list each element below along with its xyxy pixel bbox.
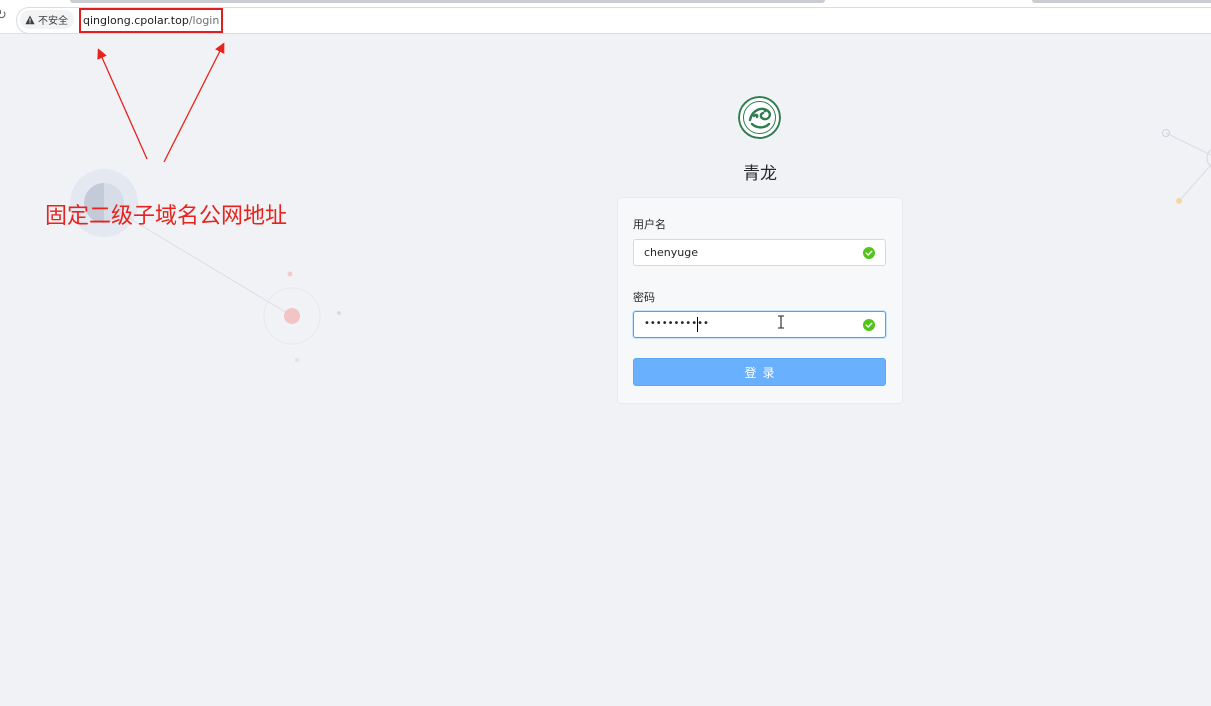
reload-icon[interactable]: ↻ xyxy=(0,8,7,23)
security-indicator[interactable]: 不安全 xyxy=(20,10,74,29)
username-label: 用户名 xyxy=(633,218,666,231)
password-label: 密码 xyxy=(633,291,655,304)
url-host: qinglong.cpolar.top xyxy=(83,14,189,27)
url-text[interactable]: qinglong.cpolar.top/login xyxy=(79,8,223,33)
security-label: 不安全 xyxy=(38,16,68,27)
username-value: chenyuge xyxy=(644,246,698,259)
check-circle-icon xyxy=(863,319,875,331)
tab-strip-edge xyxy=(1032,0,1211,3)
url-path: /login xyxy=(188,14,220,27)
login-button[interactable]: 登录 xyxy=(633,358,886,386)
password-field[interactable]: ••••••••••• xyxy=(633,311,886,338)
password-value: ••••••••••• xyxy=(644,318,709,329)
dragon-logo-icon xyxy=(738,96,781,139)
annotation-text: 固定二级子域名公网地址 xyxy=(45,204,288,229)
text-cursor-icon xyxy=(778,315,784,329)
text-caret xyxy=(697,317,698,332)
warning-icon xyxy=(25,15,35,24)
check-circle-icon xyxy=(863,247,875,259)
tab-strip-edge xyxy=(70,0,825,3)
username-field[interactable]: chenyuge xyxy=(633,239,886,266)
background-decoration xyxy=(70,129,1211,362)
app-title: 青龙 xyxy=(743,164,777,184)
